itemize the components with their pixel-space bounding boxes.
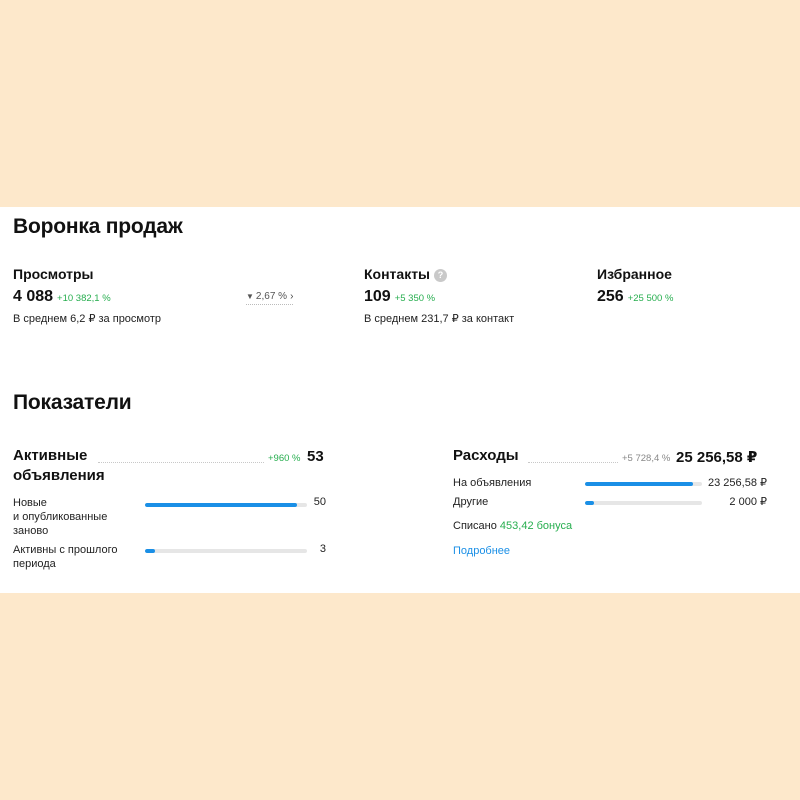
- favorites-label: Избранное: [597, 266, 672, 282]
- active-row-previous-label: Активны с прошлого периода: [13, 544, 118, 570]
- active-row-new-bar: [145, 503, 307, 507]
- expenses-row-other-bar: [585, 501, 702, 505]
- spent-bonus-amount: 453,42 бонуса: [499, 520, 573, 532]
- active-row-previous-bar-fill: [145, 549, 155, 553]
- expenses-title: Расходы: [453, 447, 519, 464]
- help-icon[interactable]: ?: [434, 269, 448, 282]
- views-value: 4 088: [13, 288, 54, 305]
- chevron-right-icon: ›: [290, 291, 294, 302]
- expenses-row-listings-value: 23 256,58 ₽: [708, 477, 767, 489]
- spent-prefix: Списано: [453, 520, 497, 532]
- conversion-link[interactable]: ▼ 2,67 % ›: [246, 291, 294, 305]
- expenses-row-other-value: 2 000 ₽: [729, 496, 767, 508]
- active-listings-title-line1: Активные: [13, 447, 88, 464]
- favorites-block: Избранное 256 +25 500 %: [597, 266, 673, 306]
- active-listings-delta: +960 %: [268, 453, 301, 464]
- contacts-block: Контакты? 109 +5 350 % В среднем 231,7 ₽…: [364, 266, 514, 325]
- active-listings-value: 53: [307, 448, 324, 465]
- active-row-previous-bar: [145, 549, 307, 553]
- views-delta: +10 382,1 %: [57, 293, 111, 304]
- dotted-leader: [98, 462, 264, 463]
- expenses-row-other-bar-fill: [585, 501, 595, 505]
- active-listings-title-line2: объявления: [13, 467, 105, 484]
- active-listings-title: Активные объявления: [13, 446, 105, 486]
- expenses-value: 25 256,58 ₽: [676, 449, 758, 466]
- views-label: Просмотры: [13, 266, 94, 282]
- expenses-row-listings-bar: [585, 482, 702, 486]
- views-average: В среднем 6,2 ₽ за просмотр: [13, 313, 162, 325]
- active-row-new-bar-fill: [145, 503, 298, 507]
- active-row-new-value: 50: [313, 496, 326, 508]
- expenses-row-other-label: Другие: [453, 496, 489, 508]
- contacts-label: Контакты: [364, 266, 431, 282]
- stats-card: Воронка продаж Просмотры 4 088 +10 382,1…: [0, 207, 800, 593]
- favorites-delta: +25 500 %: [627, 293, 674, 304]
- favorites-value: 256: [597, 288, 624, 305]
- conversion-value: 2,67 %: [255, 291, 288, 302]
- spent-bonus-text: Списано 453,42 бонуса: [453, 520, 572, 532]
- filter-icon: ▼: [246, 292, 254, 301]
- indicators-title: Показатели: [13, 391, 132, 414]
- more-details-link[interactable]: Подробнее: [453, 545, 510, 557]
- expenses-delta: +5 728,4 %: [622, 453, 671, 464]
- funnel-title: Воронка продаж: [13, 215, 183, 238]
- expenses-row-listings-bar-fill: [585, 482, 693, 486]
- active-row-new-label: Новые и опубликованные заново: [13, 497, 108, 537]
- contacts-value: 109: [364, 288, 391, 305]
- contacts-average: В среднем 231,7 ₽ за контакт: [364, 313, 515, 325]
- views-block: Просмотры 4 088 +10 382,1 % В среднем 6,…: [13, 266, 161, 325]
- expenses-row-listings-label: На объявления: [453, 477, 532, 489]
- contacts-delta: +5 350 %: [394, 293, 436, 304]
- dotted-leader: [528, 462, 618, 463]
- active-row-previous-value: 3: [319, 543, 326, 555]
